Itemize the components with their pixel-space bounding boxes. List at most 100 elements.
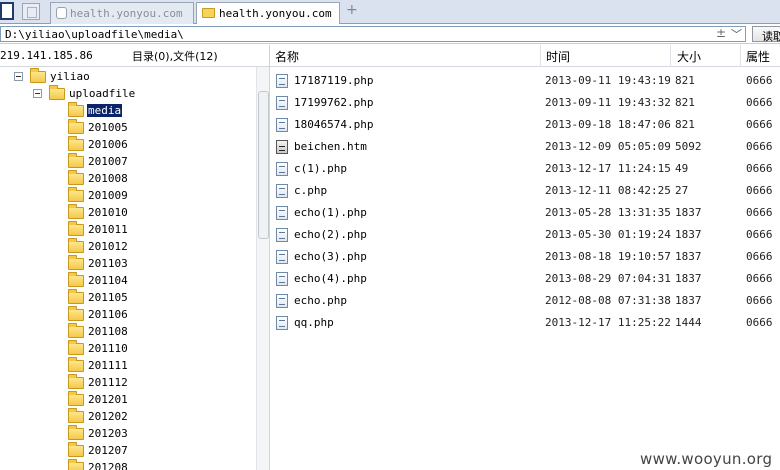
tree-node-root[interactable]: yiliao <box>0 68 250 86</box>
file-size: 821 <box>675 96 695 109</box>
tree-label: 201103 <box>88 257 128 270</box>
folder-icon <box>68 323 84 338</box>
file-row[interactable]: echo(2).php 2013-05-30 01:19:24 1837 0666 <box>270 224 780 246</box>
file-row[interactable]: echo(3).php 2013-08-18 19:10:57 1837 0666 <box>270 246 780 268</box>
tree-node-folder[interactable]: 201201 <box>0 391 250 409</box>
folder-icon <box>68 170 84 185</box>
tree-label: 201110 <box>88 342 128 355</box>
tab-health-1[interactable]: health.yonyou.com <box>50 2 194 24</box>
folder-icon <box>68 272 84 287</box>
file-time: 2013-09-11 19:43:32 <box>545 96 671 109</box>
tree-node-folder[interactable]: 201112 <box>0 374 250 392</box>
window-menu-icon[interactable] <box>0 2 14 20</box>
tree-label: yiliao <box>50 70 90 83</box>
chevron-down-icon[interactable]: ﹀ <box>731 26 742 42</box>
file-attr: 0666 <box>746 206 773 219</box>
file-row[interactable]: 18046574.php 2013-09-18 18:47:06 821 0666 <box>270 114 780 136</box>
column-attr[interactable]: 属性 <box>746 48 770 65</box>
file-row[interactable]: c(1).php 2013-12-17 11:24:15 49 0666 <box>270 158 780 180</box>
tab-health-2[interactable]: health.yonyou.com <box>196 2 340 25</box>
file-size: 49 <box>675 162 689 175</box>
server-ip: 219.141.185.86 <box>0 49 93 62</box>
tree-node-folder[interactable]: 201106 <box>0 306 250 324</box>
file-name: qq.php <box>294 316 334 329</box>
tree-node-folder[interactable]: 201008 <box>0 170 250 188</box>
tree-node-folder[interactable]: media <box>0 102 250 120</box>
folder-icon <box>202 8 215 18</box>
file-attr: 0666 <box>746 228 773 241</box>
tree-node-folder[interactable]: 201006 <box>0 136 250 154</box>
tree-label: 201006 <box>88 138 128 151</box>
folder-icon <box>68 425 84 440</box>
column-divider[interactable] <box>670 45 671 67</box>
folder-icon <box>68 221 84 236</box>
tree-node-folder[interactable]: 201110 <box>0 340 250 358</box>
tree-label: 201208 <box>88 461 128 470</box>
tree-label: 201008 <box>88 172 128 185</box>
column-size[interactable]: 大小 <box>677 48 701 65</box>
tree-node-folder[interactable]: 201012 <box>0 238 250 256</box>
folder-tree: yiliao uploadfile media 201005 201006 20100… <box>0 67 270 470</box>
read-button[interactable]: 读取 <box>752 26 780 43</box>
tree-label: 201012 <box>88 240 128 253</box>
file-row[interactable]: echo(1).php 2013-05-28 13:31:35 1837 0666 <box>270 202 780 224</box>
tree-label: 201112 <box>88 376 128 389</box>
collapse-icon[interactable] <box>33 89 42 98</box>
file-size: 1837 <box>675 250 702 263</box>
column-name[interactable]: 名称 <box>275 48 299 65</box>
file-row[interactable]: echo(4).php 2013-08-29 07:04:31 1837 0666 <box>270 268 780 290</box>
file-row[interactable]: 17199762.php 2013-09-11 19:43:32 821 0666 <box>270 92 780 114</box>
file-row[interactable]: echo.php 2012-08-08 07:31:38 1837 0666 <box>270 290 780 312</box>
collapse-icon[interactable] <box>14 72 23 81</box>
file-row[interactable]: beichen.htm 2013-12-09 05:05:09 5092 0666 <box>270 136 780 158</box>
tree-label: 201203 <box>88 427 128 440</box>
file-name: 17199762.php <box>294 96 374 109</box>
php-file-icon <box>276 250 288 264</box>
file-size: 27 <box>675 184 689 197</box>
tree-node-folder[interactable]: 201104 <box>0 272 250 290</box>
plus-minus-icon[interactable]: ± <box>716 26 726 40</box>
file-row[interactable]: 17187119.php 2013-09-11 19:43:19 821 0666 <box>270 70 780 92</box>
file-attr: 0666 <box>746 162 773 175</box>
tree-header: 219.141.185.86 目录(0),文件(12) <box>0 45 270 67</box>
file-name: c.php <box>294 184 328 197</box>
column-time[interactable]: 时间 <box>546 48 570 65</box>
file-row[interactable]: c.php 2013-12-11 08:42:25 27 0666 <box>270 180 780 202</box>
folder-icon <box>68 374 84 389</box>
file-name: echo(3).php <box>294 250 367 263</box>
tree-scrollbar[interactable] <box>256 67 269 470</box>
new-page-icon[interactable] <box>22 3 40 20</box>
column-divider[interactable] <box>540 45 541 67</box>
php-file-icon <box>276 228 288 242</box>
tree-node-folder[interactable]: 201009 <box>0 187 250 205</box>
tree-node-folder[interactable]: 201203 <box>0 425 250 443</box>
file-name: 18046574.php <box>294 118 374 131</box>
file-time: 2013-05-28 13:31:35 <box>545 206 671 219</box>
tree-node-folder[interactable]: 201005 <box>0 119 250 137</box>
tree-node-folder[interactable]: 201202 <box>0 408 250 426</box>
tree-node-folder[interactable]: 201105 <box>0 289 250 307</box>
scrollbar-thumb[interactable] <box>258 91 269 239</box>
file-time: 2013-12-11 08:42:25 <box>545 184 671 197</box>
tree-node-folder[interactable]: 201208 <box>0 459 250 470</box>
tree-label: 201011 <box>88 223 128 236</box>
file-size: 1837 <box>675 272 702 285</box>
tree-node-folder[interactable]: 201103 <box>0 255 250 273</box>
php-file-icon <box>276 294 288 308</box>
tree-node-folder[interactable]: 201007 <box>0 153 250 171</box>
tree-node-folder[interactable]: 201011 <box>0 221 250 239</box>
php-file-icon <box>276 316 288 330</box>
file-attr: 0666 <box>746 118 773 131</box>
add-tab-button[interactable]: + <box>346 2 358 18</box>
tree-node-uploadfile[interactable]: uploadfile <box>0 85 250 103</box>
file-size: 821 <box>675 118 695 131</box>
path-input[interactable]: D:\yiliao\uploadfile\media\ <box>0 26 746 42</box>
column-divider[interactable] <box>740 45 741 67</box>
tree-node-folder[interactable]: 201111 <box>0 357 250 375</box>
tree-node-folder[interactable]: 201010 <box>0 204 250 222</box>
tree-node-folder[interactable]: 201207 <box>0 442 250 460</box>
tree-node-folder[interactable]: 201108 <box>0 323 250 341</box>
file-time: 2013-08-18 19:10:57 <box>545 250 671 263</box>
file-time: 2013-12-17 11:25:22 <box>545 316 671 329</box>
file-row[interactable]: qq.php 2013-12-17 11:25:22 1444 0666 <box>270 312 780 334</box>
